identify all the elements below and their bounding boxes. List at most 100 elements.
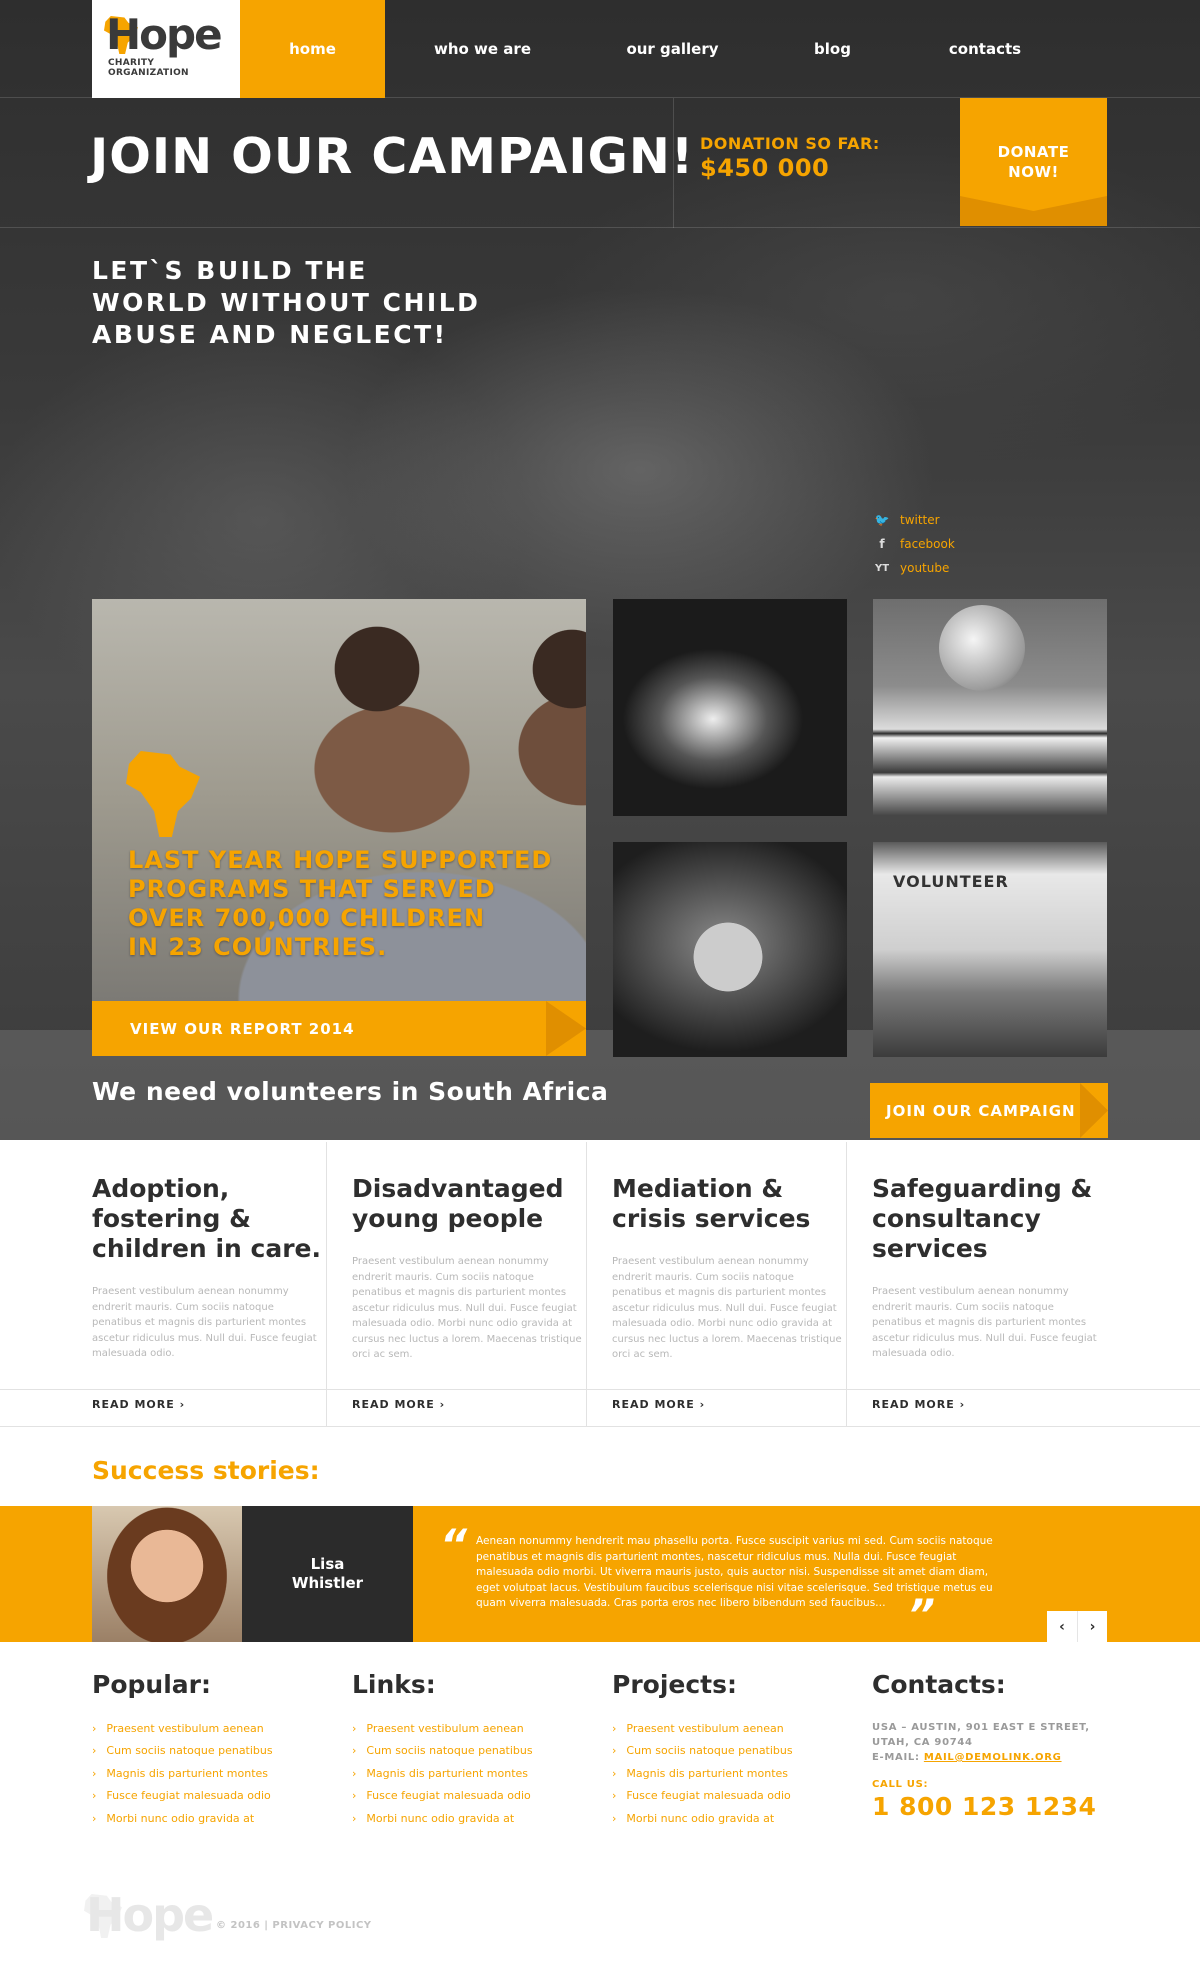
success-stories-heading: Success stories:: [92, 1456, 320, 1485]
arrow-right-icon: [546, 1001, 586, 1056]
testimonial-name: Lisa Whistler: [242, 1506, 413, 1642]
nav-item-contacts[interactable]: contacts: [900, 0, 1070, 98]
chevron-right-icon: ›: [92, 1721, 97, 1735]
button-fold: [960, 196, 1107, 226]
service-title: Disadvantaged young people: [352, 1174, 564, 1233]
services-section: Adoption, fostering & children in care. Pr…: [0, 1140, 1200, 1426]
twitter-icon: 🐦: [874, 513, 890, 527]
chevron-right-icon: ›: [612, 1744, 617, 1758]
footer-link[interactable]: › Fusce feugiat malesuada odio: [612, 1785, 852, 1808]
chevron-right-icon: ›: [92, 1789, 97, 1803]
footer-link[interactable]: › Cum sociis natoque penatibus: [352, 1740, 592, 1763]
logo-word: Hope: [106, 10, 223, 59]
chevron-right-icon: ›: [352, 1744, 357, 1758]
donation-amount: $450 000: [700, 154, 830, 182]
service-body: Praesent vestibulum aenean nonummy endre…: [872, 1286, 1097, 1359]
feature-stat-text: LAST YEAR HOPE SUPPORTED PROGRAMS THAT S…: [128, 846, 553, 961]
gallery-photo-volunteers[interactable]: VOLUNTEER: [873, 842, 1107, 1057]
service-card-disadvantaged: Disadvantaged young people Praesent vesti…: [352, 1140, 612, 1426]
read-more-link[interactable]: READ MORE ›: [612, 1398, 705, 1411]
social-twitter-link[interactable]: 🐦 twitter: [872, 508, 955, 532]
donate-button-label-2: NOW!: [1008, 163, 1059, 181]
read-more-link[interactable]: READ MORE ›: [352, 1398, 445, 1411]
chevron-right-icon: ›: [92, 1766, 97, 1780]
footer-column-title: Projects:: [612, 1670, 737, 1699]
testimonial-avatar: [92, 1506, 242, 1642]
view-report-button[interactable]: VIEW OUR REPORT 2014: [92, 1001, 586, 1056]
chevron-right-icon: ›: [92, 1744, 97, 1758]
footer-popular: Popular: › Praesent vestibulum aenean › Cu…: [92, 1670, 332, 1830]
footer-link[interactable]: › Fusce feugiat malesuada odio: [92, 1785, 332, 1808]
join-campaign-button[interactable]: JOIN OUR CAMPAIGN: [870, 1083, 1108, 1138]
testimonial-prev-button[interactable]: ‹: [1047, 1611, 1077, 1642]
volunteer-shirt-text: VOLUNTEER: [893, 872, 1009, 891]
footer-link-list: › Praesent vestibulum aenean › Cum sociis …: [612, 1717, 852, 1830]
gallery-photo-hands[interactable]: [613, 599, 847, 816]
nav-item-our-gallery[interactable]: our gallery: [580, 0, 765, 98]
footer-contacts: Contacts: USA – AUSTIN, 901 EAST E STREE…: [872, 1670, 1112, 1821]
social-youtube-link[interactable]: YT youtube: [872, 556, 955, 580]
service-title: Mediation & crisis services: [612, 1174, 811, 1233]
footer-link[interactable]: › Magnis dis parturient montes: [352, 1762, 592, 1785]
nav-item-home[interactable]: home: [240, 0, 385, 98]
phone-number: 1 800 123 1234: [872, 1792, 1097, 1821]
campaign-title: JOIN OUR CAMPAIGN!: [90, 128, 695, 185]
service-card-mediation: Mediation & crisis services Praesent vest…: [612, 1140, 872, 1426]
chevron-right-icon: ›: [352, 1789, 357, 1803]
service-divider: [586, 1142, 587, 1426]
footer-projects: Projects: › Praesent vestibulum aenean › C…: [612, 1670, 852, 1830]
arrow-right-icon: [1080, 1083, 1108, 1138]
chevron-right-icon: ›: [612, 1789, 617, 1803]
footer-link[interactable]: › Morbi nunc odio gravida at: [92, 1807, 332, 1830]
main-nav: home who we are our gallery blog contact…: [240, 0, 1070, 98]
footer-link[interactable]: › Cum sociis natoque penatibus: [612, 1740, 852, 1763]
globe-icon: [939, 605, 1025, 691]
call-us-label: CALL US:: [872, 1779, 929, 1790]
feature-children-photo: LAST YEAR HOPE SUPPORTED PROGRAMS THAT S…: [92, 599, 586, 1001]
report-button-label: VIEW OUR REPORT 2014: [130, 1019, 355, 1038]
chevron-right-icon: ›: [612, 1721, 617, 1735]
social-facebook-link[interactable]: f facebook: [872, 532, 954, 556]
social-links: 🐦 twitter f facebook YT youtube: [872, 508, 955, 580]
chevron-right-icon: ›: [352, 1811, 357, 1825]
chevron-right-icon: ›: [352, 1766, 357, 1780]
africa-map-icon: [126, 751, 200, 837]
contact-email-link[interactable]: MAIL@DEMOLINK.ORG: [924, 1752, 1062, 1763]
copyright-text[interactable]: © 2016 | PRIVACY POLICY: [216, 1920, 372, 1931]
read-more-link[interactable]: READ MORE ›: [872, 1398, 965, 1411]
join-button-label: JOIN OUR CAMPAIGN: [886, 1101, 1076, 1120]
footer-column-title: Links:: [352, 1670, 436, 1699]
footer-link[interactable]: › Praesent vestibulum aenean: [352, 1717, 592, 1740]
donate-now-button[interactable]: DONATE NOW!: [960, 98, 1107, 226]
services-divider: [0, 1389, 1200, 1390]
chevron-right-icon: ›: [92, 1811, 97, 1825]
footer-link[interactable]: › Praesent vestibulum aenean: [612, 1717, 852, 1740]
chevron-right-icon: ›: [612, 1766, 617, 1780]
nav-item-blog[interactable]: blog: [765, 0, 900, 98]
chevron-right-icon: ›: [612, 1811, 617, 1825]
hero-section: Hope CHARITY ORGANIZATION home who we are…: [0, 0, 1200, 1140]
service-body: Praesent vestibulum aenean nonummy endre…: [612, 1256, 842, 1360]
footer-link[interactable]: › Morbi nunc odio gravida at: [612, 1807, 852, 1830]
footer-link[interactable]: › Magnis dis parturient montes: [92, 1762, 332, 1785]
footer-link[interactable]: › Fusce feugiat malesuada odio: [352, 1785, 592, 1808]
service-card-safeguarding: Safeguarding & consultancy services Praese…: [872, 1140, 1132, 1426]
campaign-separator: [673, 98, 674, 228]
footer-link[interactable]: › Cum sociis natoque penatibus: [92, 1740, 332, 1763]
chevron-right-icon: ›: [352, 1721, 357, 1735]
footer-link[interactable]: › Morbi nunc odio gravida at: [352, 1807, 592, 1830]
site-logo[interactable]: Hope CHARITY ORGANIZATION: [92, 0, 240, 98]
gallery-photo-globe-books[interactable]: [873, 599, 1107, 816]
read-more-link[interactable]: READ MORE ›: [92, 1398, 185, 1411]
footer-column-title: Contacts:: [872, 1670, 1006, 1699]
service-body: Praesent vestibulum aenean nonummy endre…: [92, 1286, 317, 1359]
footer-link[interactable]: › Praesent vestibulum aenean: [92, 1717, 332, 1740]
footer-logo[interactable]: Hope: [84, 1888, 214, 1942]
footer-link-list: › Praesent vestibulum aenean › Cum sociis …: [352, 1717, 592, 1830]
donation-label: DONATION SO FAR:: [700, 134, 880, 153]
footer-link[interactable]: › Magnis dis parturient montes: [612, 1762, 852, 1785]
footer-link-list: › Praesent vestibulum aenean › Cum sociis …: [92, 1717, 332, 1830]
nav-item-who-we-are[interactable]: who we are: [385, 0, 580, 98]
gallery-photo-ball-hands[interactable]: [613, 842, 847, 1057]
testimonial-next-button[interactable]: ›: [1077, 1611, 1107, 1642]
